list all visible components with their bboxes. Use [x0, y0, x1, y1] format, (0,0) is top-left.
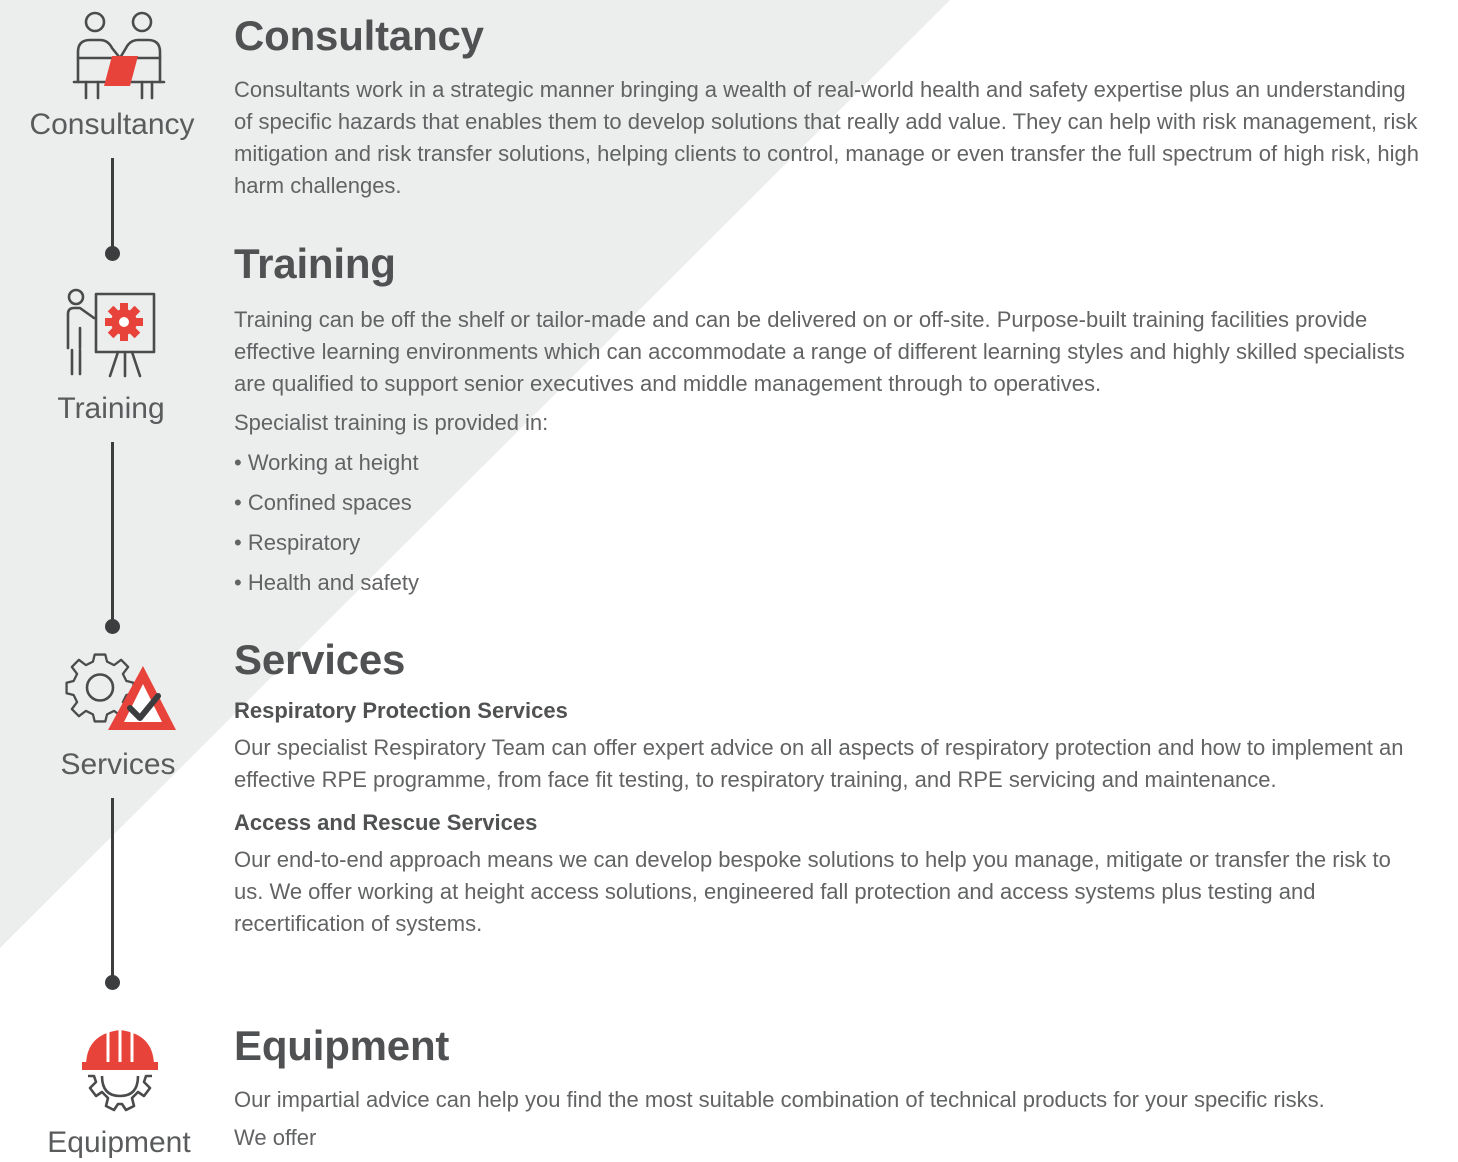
step-label-consultancy: Consultancy: [29, 108, 195, 141]
section-equipment: Equipment Our impartial advice can help …: [234, 1022, 1424, 1154]
timeline-dot: [105, 619, 120, 634]
training-bullet: • Confined spaces: [234, 490, 412, 515]
section-body-consultancy: Consultants work in a strategic manner b…: [234, 77, 1419, 198]
services-body-access: Our end-to-end approach means we can dev…: [234, 847, 1391, 936]
training-intro: Specialist training is provided in:: [234, 410, 549, 435]
step-label-services: Services: [60, 748, 176, 781]
section-title-consultancy: Consultancy: [234, 12, 484, 59]
section-title-training: Training: [234, 240, 396, 287]
timeline-dot: [105, 246, 120, 261]
services-subheading-respiratory: Respiratory Protection Services: [234, 698, 568, 723]
step-label-training: Training: [57, 392, 165, 425]
services-subheading-access: Access and Rescue Services: [234, 810, 538, 835]
step-label-equipment: Equipment: [47, 1126, 191, 1159]
section-services: Services Respiratory Protection Services…: [234, 636, 1424, 940]
equipment-intro: We offer: [234, 1125, 317, 1150]
timeline-connector: [111, 158, 114, 250]
training-bullet: • Working at height: [234, 450, 419, 475]
equipment-hardhat-gear-icon: [82, 1030, 158, 1112]
timeline-connector: [111, 442, 114, 622]
services-gear-warning-icon: [65, 653, 176, 730]
section-body-equipment: Our impartial advice can help you find t…: [234, 1087, 1325, 1112]
services-body-respiratory: Our specialist Respiratory Team can offe…: [234, 735, 1404, 792]
section-title-services: Services: [234, 636, 406, 683]
section-consultancy: Consultancy Consultants work in a strate…: [234, 12, 1424, 202]
training-bullet: • Respiratory: [234, 530, 361, 555]
timeline-dot: [105, 975, 120, 990]
section-body-training: Training can be off the shelf or tailor-…: [234, 307, 1405, 396]
training-presentation-icon: [66, 288, 156, 378]
training-bullet: • Health and safety: [234, 570, 420, 595]
consultancy-meeting-icon: [72, 11, 166, 100]
section-title-equipment: Equipment: [234, 1022, 450, 1069]
timeline-connector: [111, 798, 114, 978]
section-training: Training Training can be off the shelf o…: [234, 240, 1439, 597]
